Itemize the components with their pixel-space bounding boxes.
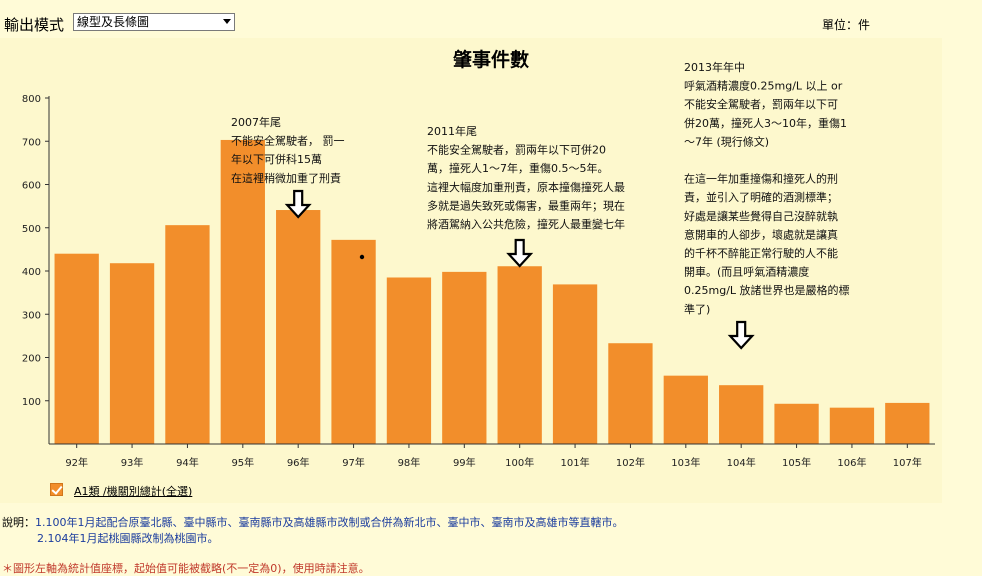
bar	[220, 139, 265, 444]
note-2: 2.104年1月起桃園縣改制為桃園市。	[37, 532, 219, 545]
annotation-text: 不能安全駕駛者，罰兩年以下可併20	[427, 143, 606, 157]
x-tick-label: 101年	[561, 456, 590, 469]
bar	[663, 375, 708, 444]
output-mode-value: 線型及長條圖	[77, 15, 150, 29]
legend-series-label[interactable]: A1類 /機關別總計(全選)	[74, 483, 192, 499]
x-tick-label: 102年	[616, 456, 645, 469]
annotation-text: 不能安全駕駛者，罰兩年以下可	[684, 97, 838, 111]
down-arrow-icon	[506, 238, 534, 268]
bar	[829, 407, 875, 444]
bar	[165, 225, 210, 444]
bar	[774, 403, 819, 444]
bar	[331, 239, 376, 444]
annotation-text: 2007年尾	[231, 115, 281, 129]
x-tick-label: 100年	[505, 456, 534, 469]
bar	[276, 210, 321, 444]
bar	[54, 253, 99, 444]
note-1: 1.100年1月起配合原臺北縣、臺中縣市、臺南縣市及高雄縣市改制或合併為新北市、…	[35, 516, 624, 529]
x-tick-label: 92年	[65, 456, 88, 469]
bar	[442, 271, 487, 444]
x-tick-label: 106年	[837, 456, 866, 469]
annotation-text: 呼氣酒精濃度0.25mg/L 以上 or	[684, 79, 843, 93]
annotation-text: 併20萬，撞死人3～10年，重傷1	[684, 116, 847, 130]
annotation-text: 年以下可併科15萬	[231, 152, 322, 166]
output-mode-label: 輸出模式	[4, 16, 65, 34]
annotation-text: 將酒駕納入公共危險，撞死人最重變七年	[427, 217, 625, 231]
bar	[497, 266, 542, 444]
annotation-text: 2013年年中	[684, 60, 745, 74]
bar	[109, 263, 155, 444]
y-tick-label: 600	[22, 181, 41, 192]
bar	[552, 284, 598, 444]
bar	[885, 402, 930, 444]
chevron-down-icon	[223, 19, 231, 24]
y-tick-label: 100	[22, 397, 41, 408]
x-tick-label: 105年	[782, 456, 811, 469]
x-tick-label: 94年	[176, 456, 199, 469]
annotation-text: 在這裡稍微加重了刑責	[231, 171, 341, 185]
bar	[608, 343, 653, 444]
toolbar: 輸出模式 線型及長條圖 單位：件	[0, 10, 982, 38]
x-tick-label: 96年	[287, 456, 310, 469]
annotation-text: 多就是過失致死或傷害，最重兩年；現在	[427, 198, 625, 212]
y-axis: 100 200 300 400 500 600 700 800	[22, 94, 50, 444]
bar	[719, 385, 764, 444]
warning-note: ＊圖形左軸為統計值座標，起始值可能被截略(不一定為0)，使用時請注意。	[2, 562, 370, 575]
y-tick-label: 700	[22, 137, 41, 148]
annotation-text: 責，並引入了明確的酒測標準；	[684, 190, 838, 204]
marker-dot	[359, 254, 365, 260]
annotation-text: 0.25mg/L 放諸世界也是嚴格的標	[684, 283, 850, 297]
legend-checkbox[interactable]	[50, 483, 63, 496]
annotation-text: 準了)	[684, 302, 710, 316]
annotation-text: ～7年 (現行條文)	[684, 134, 769, 148]
annotation-text: 好處是讓某些覺得自己沒醉就執	[684, 209, 838, 223]
chart-title: 肇事件數	[453, 48, 529, 71]
x-tick-label: 98年	[398, 456, 421, 469]
annotation-text: 不能安全駕駛者， 罰一	[231, 134, 345, 148]
y-tick-label: 200	[22, 354, 41, 365]
annotation-text: 意開車的人卻步，壞處就是讓真	[684, 227, 838, 241]
chart-area: 肇事件數 100 200 300 400 500 600 700 800 92年 93年 94年 9…	[0, 38, 942, 503]
x-tick-label: 104年	[727, 456, 756, 469]
bar	[386, 277, 432, 444]
note-prefix: 說明：	[2, 516, 35, 529]
x-axis: 92年 93年 94年 95年 96年 97年 98年 99年 100年 101年 102年 103年…	[49, 443, 935, 469]
x-tick-label: 103年	[671, 456, 700, 469]
x-tick-label: 95年	[231, 456, 254, 469]
x-tick-label: 107年	[893, 456, 922, 469]
annotation-text: 在這一年加重撞傷和撞死人的刑	[684, 172, 838, 186]
y-tick-label: 400	[22, 267, 41, 278]
x-tick-label: 97年	[342, 456, 365, 469]
y-tick-label: 300	[22, 310, 41, 321]
unit-label: 單位：件	[822, 18, 871, 32]
y-tick-label: 800	[22, 94, 41, 105]
output-mode-select[interactable]: 線型及長條圖	[73, 13, 235, 31]
chart-svg: 肇事件數 100200300400500600700800 92年 93年 94年 9…	[22, 48, 935, 469]
down-arrow-icon	[727, 320, 755, 350]
x-tick-label: 99年	[453, 456, 476, 469]
annotation-text: 開車。(而且呼氣酒精濃度	[684, 265, 809, 279]
annotation-text: 這裡大幅度加重刑責，原本撞傷撞死人最	[427, 180, 625, 194]
y-tick-label: 500	[22, 224, 41, 235]
annotation-text: 萬，撞死人1～7年，重傷0.5～5年。	[427, 161, 609, 175]
annotation-text: 2011年尾	[427, 124, 477, 138]
x-tick-label: 93年	[121, 456, 144, 469]
annotation-text: 的千杯不醉能正常行駛的人不能	[684, 246, 838, 260]
